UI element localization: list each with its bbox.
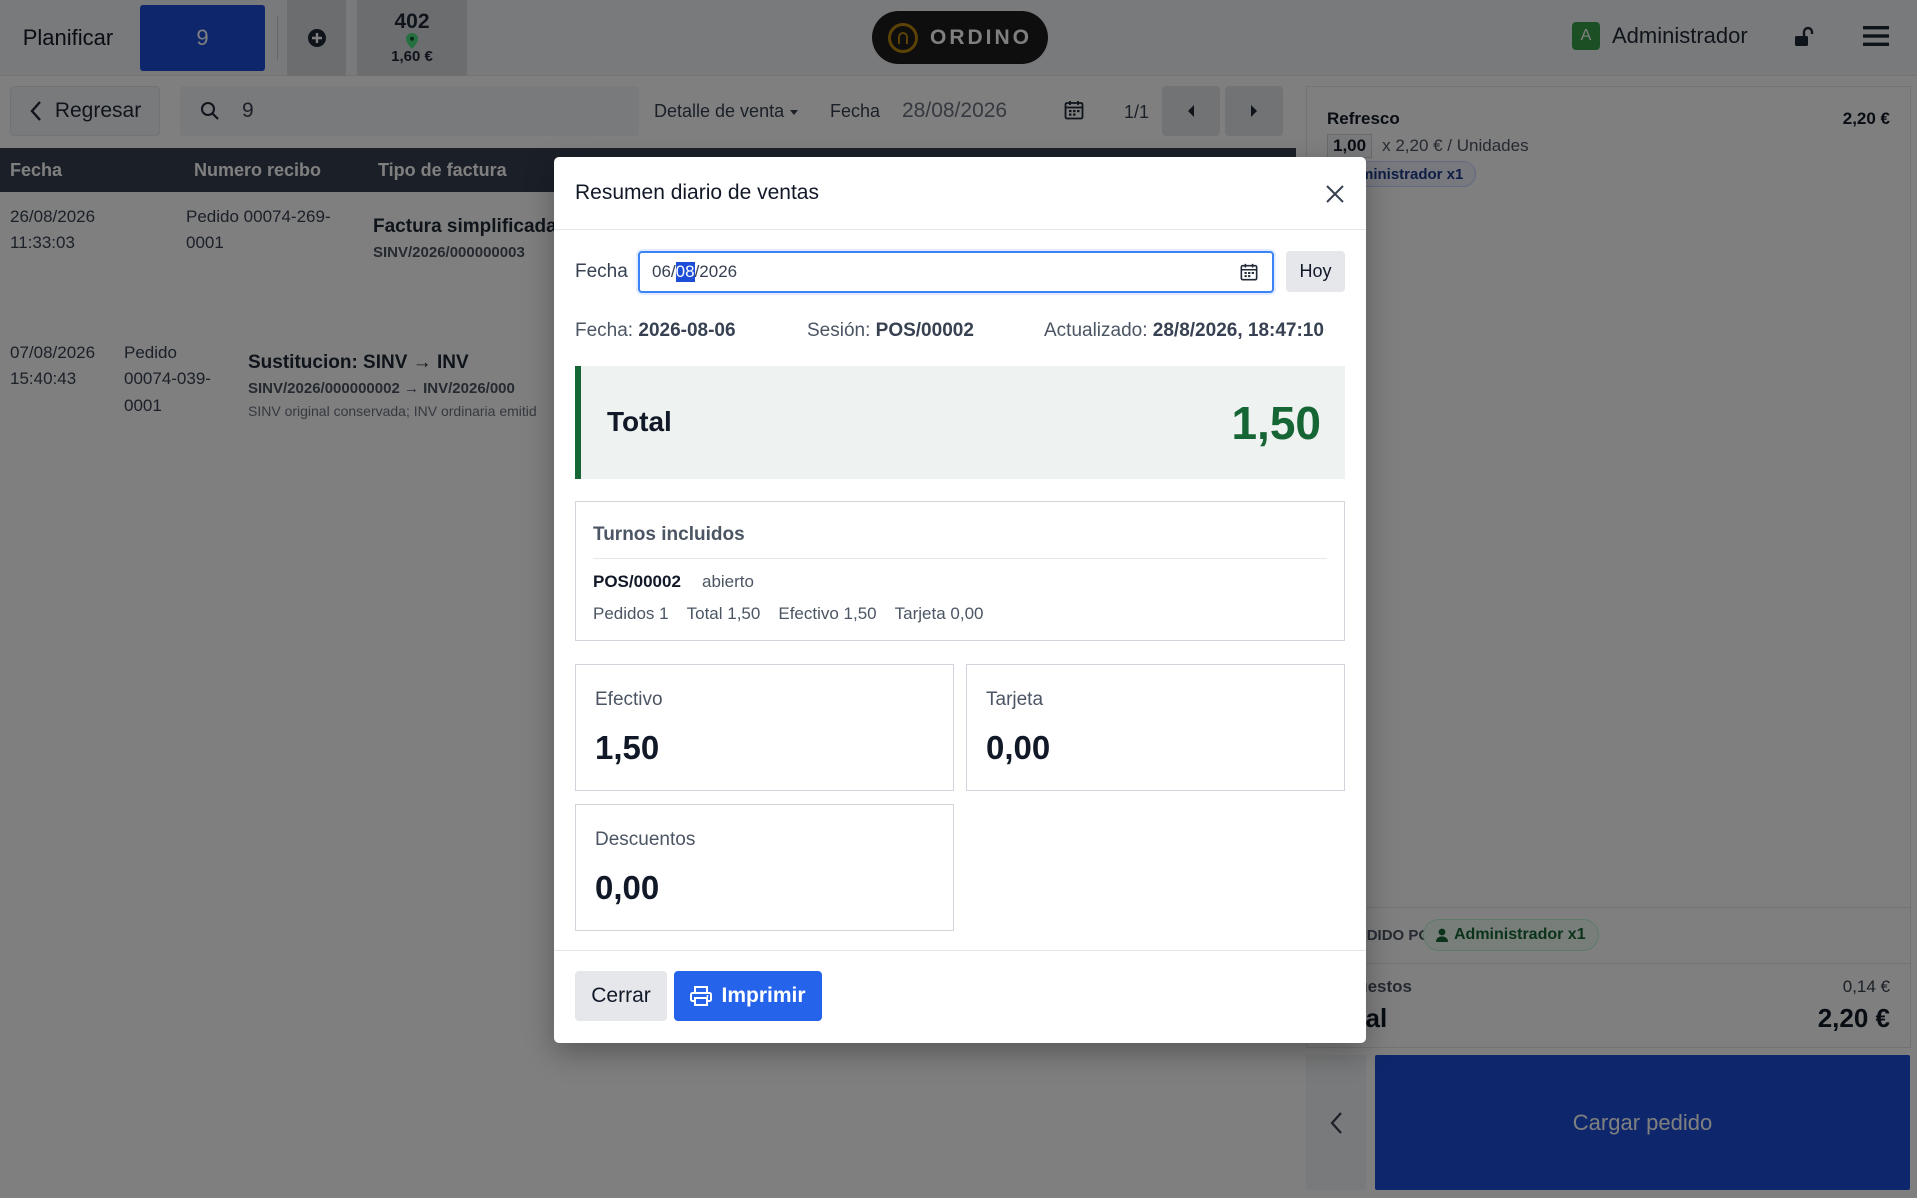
daily-sales-summary-dialog: Resumen diario de ventas Fecha 06/08/202… [554,157,1366,1043]
shift-cash: Efectivo 1,50 [778,604,877,623]
meta-session: Sesión: POS/00002 [807,320,974,341]
shift-orders: Pedidos 1 [593,604,669,623]
shift-stats: Pedidos 1 Total 1,50 Efectivo 1,50 Tarje… [593,604,983,624]
shift-total: Total 1,50 [686,604,761,623]
dialog-footer: Cerrar Imprimir [554,950,1366,1043]
shift-card: Tarjeta 0,00 [894,604,984,623]
printer-icon [690,986,713,1006]
print-button[interactable]: Imprimir [674,971,822,1021]
shift-session: POS/00002 [593,572,681,591]
meta-date: Fecha: 2026-08-06 [575,320,736,341]
total-summary-box: Total 1,50 [575,366,1345,479]
date-label: Fecha [575,261,628,282]
close-icon[interactable] [1320,179,1350,209]
total-label: Total [607,406,672,437]
close-button[interactable]: Cerrar [575,971,667,1021]
today-button[interactable]: Hoy [1286,251,1345,292]
card-payments-card: Tarjeta 0,00 [966,664,1345,791]
total-value: 1,50 [1231,397,1321,449]
dialog-title: Resumen diario de ventas [575,181,819,204]
date-month-selected: 08 [675,262,695,282]
date-input[interactable]: 06/08/2026 [638,251,1274,293]
divider [593,558,1327,559]
cash-card: Efectivo 1,50 [575,664,954,791]
discounts-card: Descuentos 0,00 [575,804,954,931]
shifts-heading: Turnos incluidos [593,524,745,545]
dialog-header: Resumen diario de ventas [554,157,1366,230]
shift-state: abierto [702,572,754,591]
calendar-icon[interactable] [1240,263,1258,286]
included-shifts-section: Turnos incluidos POS/00002 abierto Pedid… [575,501,1345,641]
meta-updated: Actualizado: 28/8/2026, 18:47:10 [1044,320,1324,341]
